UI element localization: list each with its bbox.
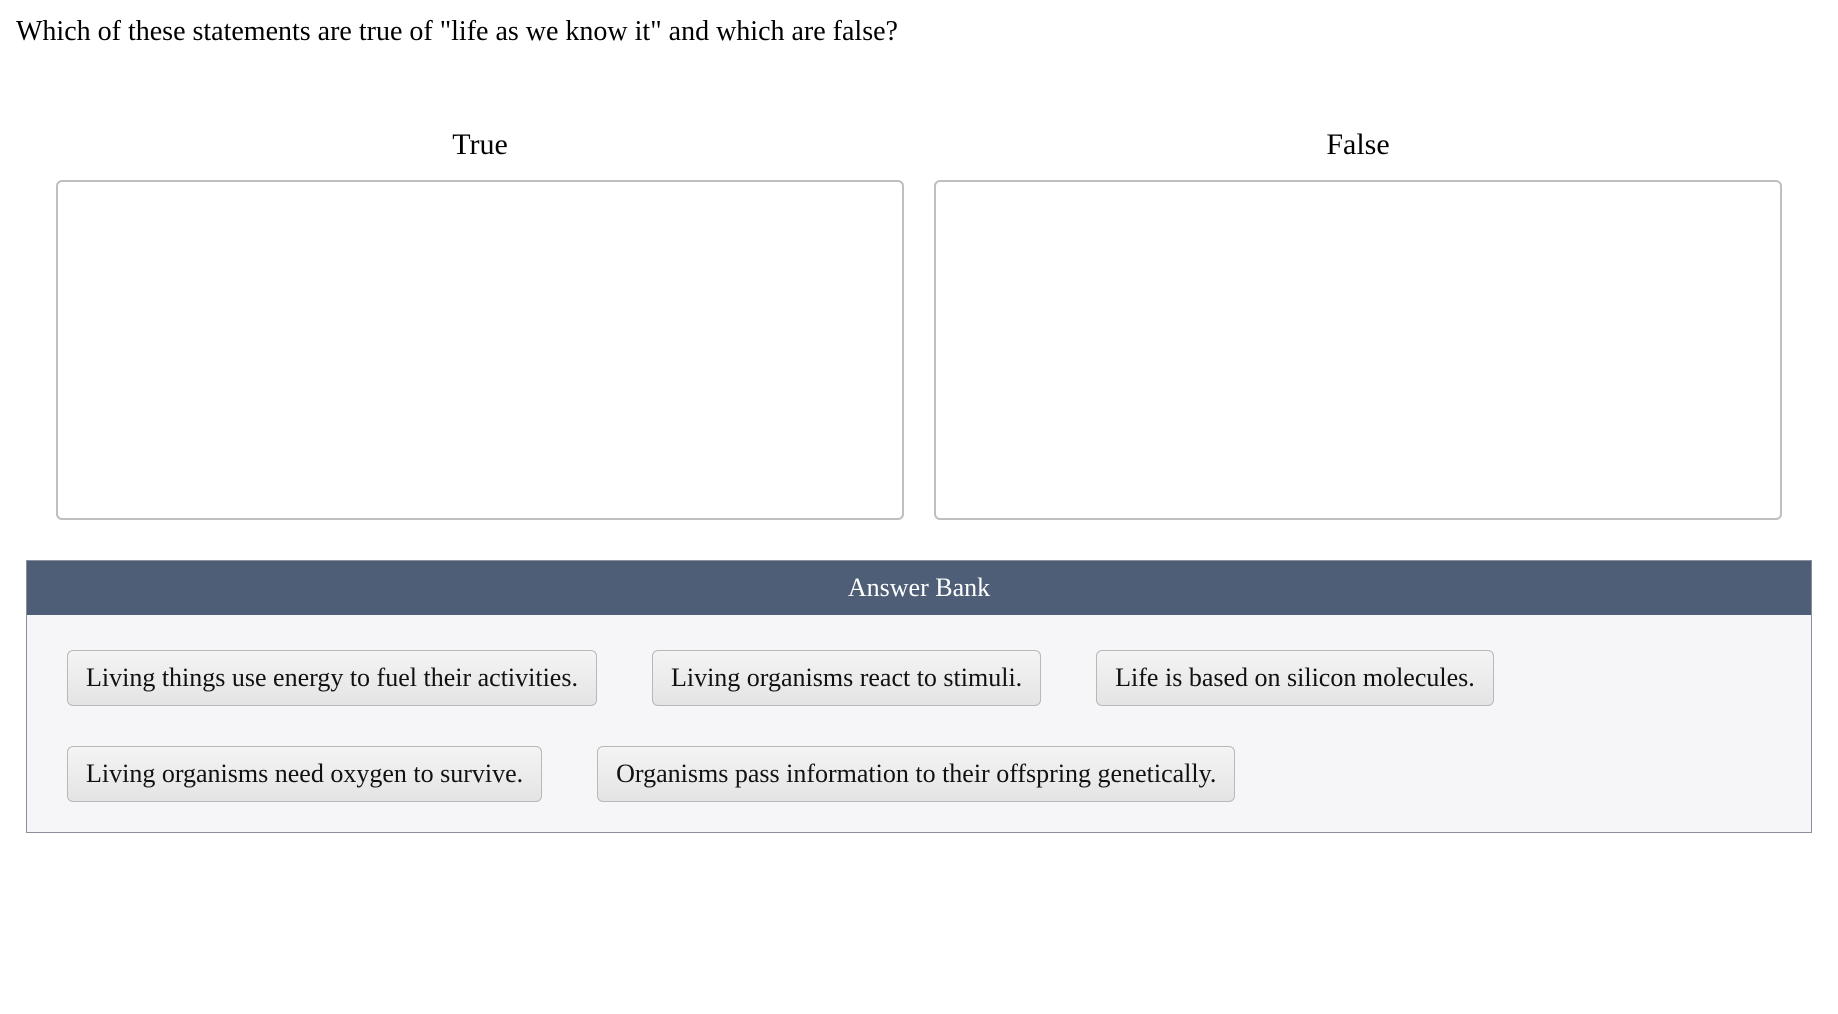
answer-bank-header: Answer Bank	[27, 561, 1811, 615]
true-drop-zone[interactable]	[56, 180, 904, 520]
false-zone-label: False	[1326, 128, 1389, 162]
answer-item[interactable]: Living things use energy to fuel their a…	[67, 650, 597, 706]
false-zone-wrapper: False	[934, 128, 1782, 520]
false-drop-zone[interactable]	[934, 180, 1782, 520]
answer-bank-body: Living things use energy to fuel their a…	[27, 615, 1811, 832]
true-zone-label: True	[452, 128, 508, 162]
answer-item[interactable]: Organisms pass information to their offs…	[597, 746, 1235, 802]
answer-item[interactable]: Living organisms need oxygen to survive.	[67, 746, 542, 802]
answer-bank: Answer Bank Living things use energy to …	[26, 560, 1812, 833]
answer-item[interactable]: Living organisms react to stimuli.	[652, 650, 1041, 706]
answer-item[interactable]: Life is based on silicon molecules.	[1096, 650, 1494, 706]
drop-zones-container: True False	[16, 128, 1822, 520]
question-text: Which of these statements are true of "l…	[16, 16, 1822, 48]
true-zone-wrapper: True	[56, 128, 904, 520]
